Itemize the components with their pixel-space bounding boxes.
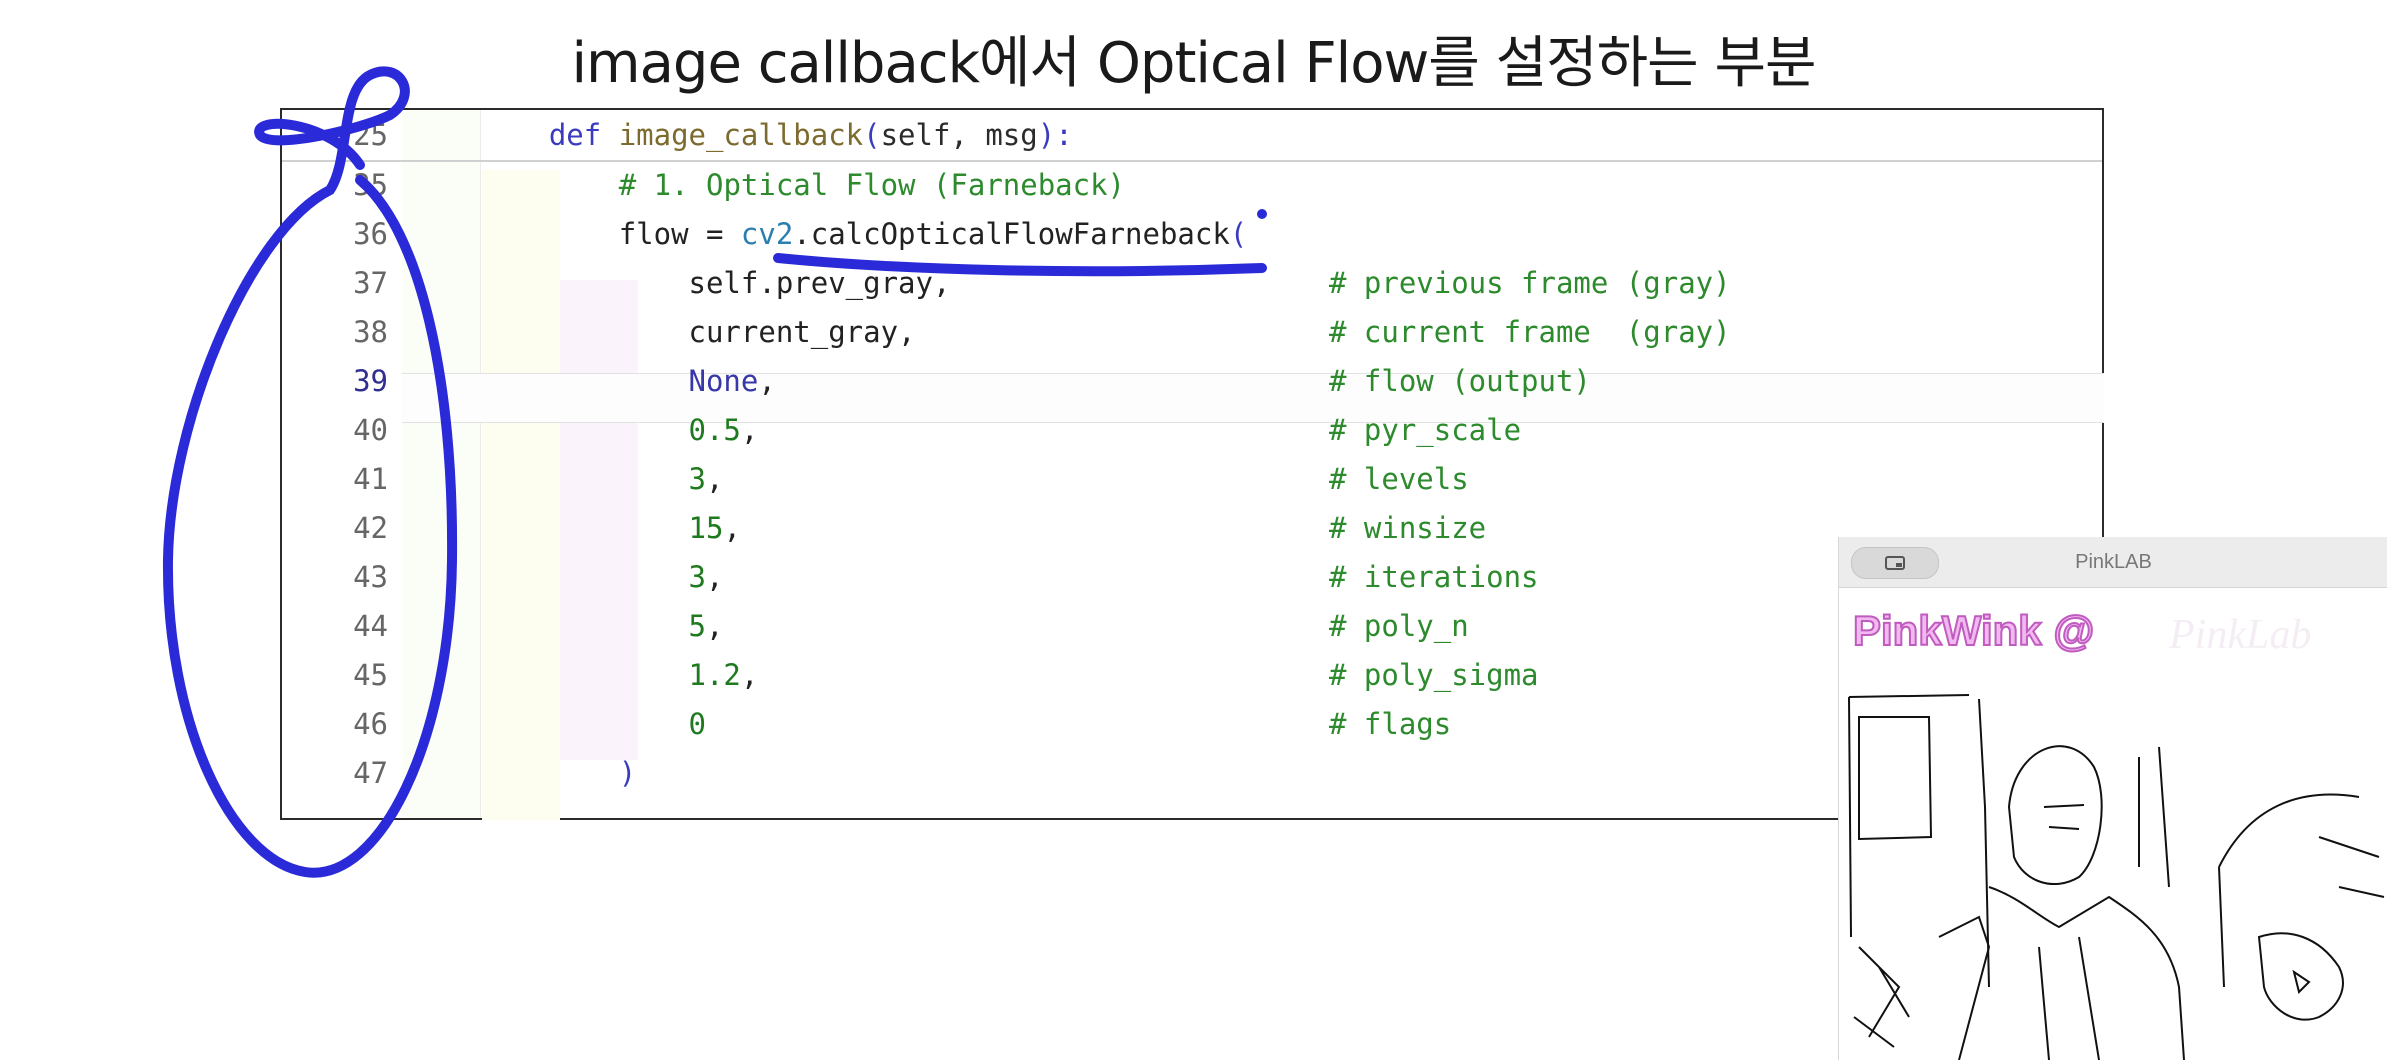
line-number[interactable]: 44 <box>282 602 388 651</box>
line-number[interactable]: 39 <box>282 357 388 406</box>
inline-comment[interactable]: # pyr_scale <box>1329 406 1521 455</box>
code-text[interactable]: 0.5, <box>479 406 759 455</box>
code-line[interactable]: 37 self.prev_gray, # previous frame (gray… <box>282 259 2104 308</box>
line-number[interactable]: 25 <box>282 111 388 160</box>
code-line[interactable]: 39 None, # flow (output) <box>282 357 2104 406</box>
code-line[interactable]: 40 0.5, # pyr_scale <box>282 406 2104 455</box>
code-text[interactable]: 0 <box>479 700 706 749</box>
code-line[interactable]: 42 15, # winsize <box>282 504 2104 553</box>
code-line[interactable]: 43 3, # iterations <box>282 553 2104 602</box>
line-number[interactable]: 36 <box>282 210 388 259</box>
code-text[interactable]: ) <box>479 749 636 798</box>
code-line[interactable]: 41 3, # levels <box>282 455 2104 504</box>
code-text[interactable]: 3, <box>479 455 724 504</box>
inline-comment[interactable]: # iterations <box>1329 553 1539 602</box>
line-number[interactable]: 41 <box>282 455 388 504</box>
line-number[interactable]: 47 <box>282 749 388 798</box>
code-text[interactable]: 1.2, <box>479 651 759 700</box>
line-number[interactable]: 38 <box>282 308 388 357</box>
code-line[interactable]: 44 5, # poly_n <box>282 602 2104 651</box>
code-line[interactable]: 36 flow = cv2.calcOpticalFlowFarneback( <box>282 210 2104 259</box>
code-text[interactable]: 3, <box>479 553 724 602</box>
window-title: PinkLAB <box>2075 551 2152 573</box>
code-text[interactable]: None, <box>479 357 776 406</box>
code-line[interactable]: 47 ) <box>282 749 2104 798</box>
webcam-window[interactable]: PinkLAB PinkWink @ PinkLab <box>1838 537 2387 1060</box>
inline-comment[interactable]: # winsize <box>1329 504 1486 553</box>
edge-detected-webcam-feed <box>1848 694 2385 1060</box>
inline-comment[interactable]: # current frame (gray) <box>1329 308 1731 357</box>
line-number[interactable]: 43 <box>282 553 388 602</box>
line-number[interactable]: 40 <box>282 406 388 455</box>
code-text[interactable]: self.prev_gray, <box>479 259 951 308</box>
window-titlebar[interactable]: PinkLAB <box>1839 537 2387 588</box>
line-number[interactable]: 35 <box>282 161 388 210</box>
inline-comment[interactable]: # previous frame (gray) <box>1329 259 1731 308</box>
code-line[interactable]: 25 def image_callback(self, msg): <box>282 111 2104 160</box>
code-text[interactable]: flow = cv2.calcOpticalFlowFarneback( <box>479 210 1248 259</box>
code-text[interactable]: current_gray, <box>479 308 916 357</box>
inline-comment[interactable]: # flags <box>1329 700 1451 749</box>
code-text[interactable]: 5, <box>479 602 724 651</box>
code-text[interactable]: def image_callback(self, msg): <box>479 111 1073 160</box>
code-line[interactable]: 35 # 1. Optical Flow (Farneback) <box>282 161 2104 210</box>
line-number[interactable]: 46 <box>282 700 388 749</box>
code-editor-panel: 25 def image_callback(self, msg): 35 # 1.… <box>280 108 2104 820</box>
code-line[interactable]: 38 current_gray, # current frame (gray) <box>282 308 2104 357</box>
channel-watermark: PinkWink @ <box>1852 606 2095 655</box>
inline-comment[interactable]: # poly_sigma <box>1329 651 1539 700</box>
inline-comment[interactable]: # poly_n <box>1329 602 1469 651</box>
line-number[interactable]: 37 <box>282 259 388 308</box>
inline-comment[interactable]: # levels <box>1329 455 1469 504</box>
code-line[interactable]: 46 0 # flags <box>282 700 2104 749</box>
code-line[interactable]: 45 1.2, # poly_sigma <box>282 651 2104 700</box>
inline-comment[interactable]: # flow (output) <box>1329 357 1591 406</box>
slide-title: image callback에서 Optical Flow를 설정하는 부분 <box>571 31 1816 96</box>
line-number[interactable]: 45 <box>282 651 388 700</box>
line-number[interactable]: 42 <box>282 504 388 553</box>
channel-watermark-faded: PinkLab <box>2169 612 2312 658</box>
code-text[interactable]: 15, <box>479 504 741 553</box>
code-text[interactable]: # 1. Optical Flow (Farneback) <box>479 161 1125 210</box>
